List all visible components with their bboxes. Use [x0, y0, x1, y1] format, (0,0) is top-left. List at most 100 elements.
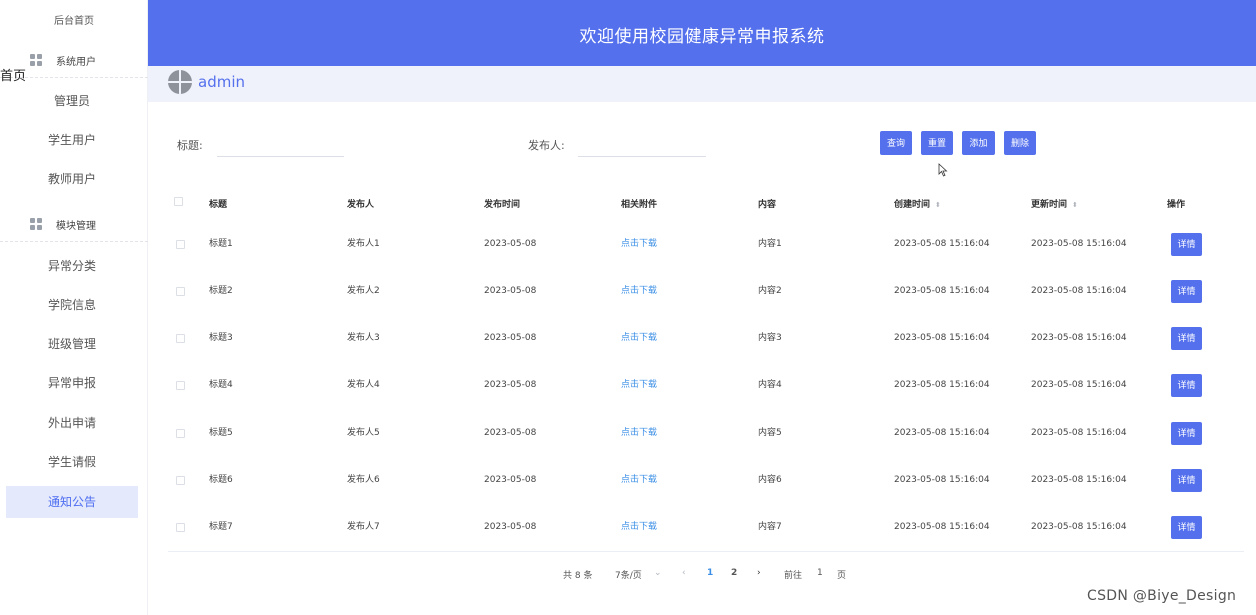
download-link[interactable]: 点击下载 — [621, 221, 657, 268]
cell-publisher: 发布人5 — [347, 428, 380, 438]
delete-button[interactable]: 删除 — [1004, 131, 1036, 155]
sidebar-item-class-management[interactable]: 班级管理 — [6, 328, 138, 360]
detail-button[interactable]: 详情 — [1171, 233, 1202, 256]
avatar[interactable] — [168, 70, 192, 94]
cell-title: 标题3 — [209, 333, 233, 343]
table-row: 标题3 发布人3 2023-05-08 点击下载 内容3 2023-05-08 … — [168, 315, 1244, 362]
download-link[interactable]: 点击下载 — [621, 362, 657, 409]
cell-content: 内容1 — [758, 239, 782, 249]
download-link[interactable]: 点击下载 — [621, 315, 657, 362]
cell-title: 标题2 — [209, 286, 233, 296]
table-row: 标题4 发布人4 2023-05-08 点击下载 内容4 2023-05-08 … — [168, 362, 1244, 409]
download-link[interactable]: 点击下载 — [621, 268, 657, 315]
detail-button[interactable]: 详情 — [1171, 469, 1202, 492]
sidebar-item-college-info[interactable]: 学院信息 — [6, 289, 138, 321]
cell-publisher: 发布人2 — [347, 286, 380, 296]
detail-button[interactable]: 详情 — [1171, 422, 1202, 445]
row-checkbox[interactable] — [176, 429, 185, 438]
column-header-label: 更新时间 — [1031, 200, 1068, 210]
cell-publish-time: 2023-05-08 — [484, 239, 537, 249]
cell-created-at: 2023-05-08 15:16:04 — [894, 475, 990, 485]
column-header-created-at[interactable]: 创建时间 ⬍ — [894, 197, 941, 210]
column-header-title: 标题 — [209, 200, 228, 210]
goto-suffix: 页 — [837, 571, 847, 581]
prev-page-icon[interactable]: ‹ — [682, 568, 686, 578]
username[interactable]: admin — [198, 73, 245, 91]
cell-updated-at: 2023-05-08 15:16:04 — [1031, 239, 1127, 249]
page-number-2[interactable]: 2 — [731, 568, 737, 578]
watermark: CSDN @Biye_Design — [1087, 588, 1237, 604]
column-header-publish-time: 发布时间 — [484, 200, 521, 210]
sidebar: 后台首页 系统用户 首页 管理员 学生用户 教师用户 模块管理 异常分类 学院信… — [0, 0, 148, 615]
row-checkbox[interactable] — [176, 240, 185, 249]
sidebar-item-student-leave[interactable]: 学生请假 — [6, 446, 138, 478]
column-header-updated-at[interactable]: 更新时间 ⬍ — [1031, 197, 1078, 210]
sidebar-group-modules[interactable]: 模块管理 — [0, 209, 148, 239]
header-bar: 欢迎使用校园健康异常申报系统 — [148, 0, 1256, 66]
download-link[interactable]: 点击下载 — [621, 457, 657, 504]
query-button[interactable]: 查询 — [880, 131, 912, 155]
sort-icon[interactable]: ⬍ — [935, 201, 941, 209]
row-checkbox[interactable] — [176, 476, 185, 485]
row-checkbox[interactable] — [176, 523, 185, 532]
sidebar-item-outing-request[interactable]: 外出申请 — [6, 407, 138, 439]
add-button[interactable]: 添加 — [962, 131, 995, 155]
row-checkbox[interactable] — [176, 287, 185, 296]
cell-content: 内容5 — [758, 428, 782, 438]
chevron-down-icon[interactable]: ⌄ — [654, 568, 662, 578]
row-checkbox[interactable] — [176, 381, 185, 390]
detail-button[interactable]: 详情 — [1171, 280, 1202, 303]
publisher-search-label: 发布人: — [528, 139, 565, 152]
select-all-checkbox[interactable] — [174, 197, 183, 206]
cell-publisher: 发布人1 — [347, 239, 380, 249]
sidebar-stray-text: 首页 — [0, 69, 27, 84]
sidebar-item-anomaly-report[interactable]: 异常申报 — [6, 367, 138, 399]
page-title: 欢迎使用校园健康异常申报系统 — [579, 27, 825, 47]
cell-created-at: 2023-05-08 15:16:04 — [894, 522, 990, 532]
cell-title: 标题5 — [209, 428, 233, 438]
title-search-input[interactable] — [217, 131, 344, 157]
cell-publisher: 发布人3 — [347, 333, 380, 343]
column-header-content: 内容 — [758, 200, 777, 210]
cell-updated-at: 2023-05-08 15:16:04 — [1031, 522, 1127, 532]
publisher-search-input[interactable] — [578, 131, 706, 157]
title-search-label: 标题: — [177, 139, 203, 152]
goto-page-input[interactable]: 1 — [817, 568, 823, 578]
cell-created-at: 2023-05-08 15:16:04 — [894, 286, 990, 296]
cell-created-at: 2023-05-08 15:16:04 — [894, 333, 990, 343]
row-checkbox[interactable] — [176, 334, 185, 343]
reset-button[interactable]: 重置 — [921, 131, 953, 155]
cell-title: 标题4 — [209, 380, 233, 390]
cell-title: 标题1 — [209, 239, 233, 249]
cell-publish-time: 2023-05-08 — [484, 286, 537, 296]
cell-publisher: 发布人6 — [347, 475, 380, 485]
cell-content: 内容2 — [758, 286, 782, 296]
mouse-cursor-icon — [938, 163, 948, 177]
sidebar-item-teacher-users[interactable]: 教师用户 — [6, 163, 138, 195]
cell-updated-at: 2023-05-08 15:16:04 — [1031, 380, 1127, 390]
table-row: 标题1 发布人1 2023-05-08 点击下载 内容1 2023-05-08 … — [168, 221, 1244, 268]
sidebar-home[interactable]: 后台首页 — [0, 12, 148, 27]
cell-title: 标题7 — [209, 522, 233, 532]
detail-button[interactable]: 详情 — [1171, 516, 1202, 539]
cell-created-at: 2023-05-08 15:16:04 — [894, 380, 990, 390]
column-header-attachment: 相关附件 — [621, 200, 658, 210]
detail-button[interactable]: 详情 — [1171, 327, 1202, 350]
goto-prefix: 前往 — [784, 571, 803, 581]
page-number-1[interactable]: 1 — [707, 568, 713, 578]
cell-title: 标题6 — [209, 475, 233, 485]
cell-content: 内容7 — [758, 522, 782, 532]
grid-icon — [30, 218, 42, 230]
page-size-select[interactable]: 7条/页 — [615, 568, 642, 581]
sidebar-item-anomaly-category[interactable]: 异常分类 — [6, 250, 138, 282]
sidebar-item-admin[interactable]: 管理员 — [6, 85, 138, 117]
sort-icon[interactable]: ⬍ — [1072, 201, 1078, 209]
next-page-icon[interactable]: › — [757, 568, 761, 578]
download-link[interactable]: 点击下载 — [621, 410, 657, 457]
detail-button[interactable]: 详情 — [1171, 374, 1202, 397]
table-divider — [168, 551, 1244, 552]
sidebar-item-student-users[interactable]: 学生用户 — [6, 124, 138, 156]
download-link[interactable]: 点击下载 — [621, 504, 657, 551]
table-row: 标题2 发布人2 2023-05-08 点击下载 内容2 2023-05-08 … — [168, 268, 1244, 315]
sidebar-item-notices[interactable]: 通知公告 — [6, 486, 138, 518]
